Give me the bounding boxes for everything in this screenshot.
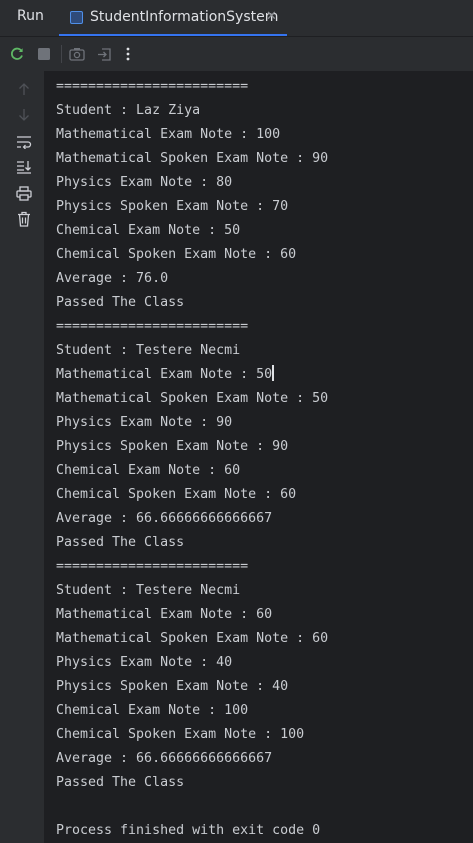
console-sidebar xyxy=(0,71,44,843)
console-line: Mathematical Spoken Exam Note : 50 xyxy=(56,391,329,406)
more-icon[interactable] xyxy=(119,45,137,63)
console-line: Chemical Spoken Exam Note : 60 xyxy=(56,487,297,502)
console-line: Chemical Exam Note : 50 xyxy=(56,223,241,238)
console-line: Physics Exam Note : 80 xyxy=(56,175,233,190)
console-line: ======================== xyxy=(56,319,249,334)
console-line: Mathematical Exam Note : 50 xyxy=(56,365,274,382)
console-line: Physics Spoken Exam Note : 70 xyxy=(56,199,289,214)
run-tool-window-header: Run StudentInformationSystem ✕ xyxy=(0,0,473,37)
console-line: Student : Testere Necmi xyxy=(56,583,241,598)
soft-wrap-icon[interactable] xyxy=(15,133,33,151)
console-line: Passed The Class xyxy=(56,295,185,310)
console-line: Student : Testere Necmi xyxy=(56,343,241,358)
console-line: Chemical Exam Note : 60 xyxy=(56,463,241,478)
console-line: Student : Laz Ziya xyxy=(56,103,201,118)
trash-icon[interactable] xyxy=(15,210,33,228)
active-tab-indicator xyxy=(59,34,287,36)
console-line: Chemical Spoken Exam Note : 100 xyxy=(56,727,305,742)
console-output[interactable]: ======================== Student : Laz Zi… xyxy=(56,75,473,843)
console-line: Physics Spoken Exam Note : 90 xyxy=(56,439,289,454)
console-line: Mathematical Spoken Exam Note : 60 xyxy=(56,631,329,646)
camera-icon[interactable] xyxy=(68,45,86,63)
tab-label: StudentInformationSystem xyxy=(90,9,279,25)
console-line: ======================== xyxy=(56,79,249,94)
exit-icon[interactable] xyxy=(95,45,113,63)
print-icon[interactable] xyxy=(15,184,33,202)
console-line: Process finished with exit code 0 xyxy=(56,823,321,838)
console-line: Average : 76.0 xyxy=(56,271,169,286)
console-line: Passed The Class xyxy=(56,535,185,550)
console-line: Mathematical Exam Note : 100 xyxy=(56,127,281,142)
close-icon[interactable]: ✕ xyxy=(266,9,277,24)
console-line: Physics Exam Note : 40 xyxy=(56,655,233,670)
arrow-up-icon[interactable] xyxy=(15,80,33,98)
arrow-down-icon[interactable] xyxy=(15,106,33,124)
run-panel-title[interactable]: Run xyxy=(17,8,44,24)
text-caret xyxy=(272,365,274,381)
rerun-icon[interactable] xyxy=(8,45,26,63)
console-line: Physics Spoken Exam Note : 40 xyxy=(56,679,289,694)
console-line: Average : 66.66666666666667 xyxy=(56,511,273,526)
console-line: Chemical Exam Note : 100 xyxy=(56,703,249,718)
console-line: Physics Exam Note : 90 xyxy=(56,415,233,430)
run-toolbar xyxy=(0,37,473,71)
stop-icon[interactable] xyxy=(35,45,53,63)
tab-student-information-system[interactable]: StudentInformationSystem ✕ xyxy=(59,0,287,36)
console-line: Mathematical Spoken Exam Note : 90 xyxy=(56,151,329,166)
console-line: Mathematical Exam Note : 60 xyxy=(56,607,273,622)
toolbar-separator xyxy=(61,45,62,63)
console-line: Average : 66.66666666666667 xyxy=(56,751,273,766)
console-line: ======================== xyxy=(56,559,249,574)
run-config-icon xyxy=(70,11,83,24)
console-line: Chemical Spoken Exam Note : 60 xyxy=(56,247,297,262)
scroll-to-end-icon[interactable] xyxy=(15,158,33,176)
console-line: Passed The Class xyxy=(56,775,185,790)
